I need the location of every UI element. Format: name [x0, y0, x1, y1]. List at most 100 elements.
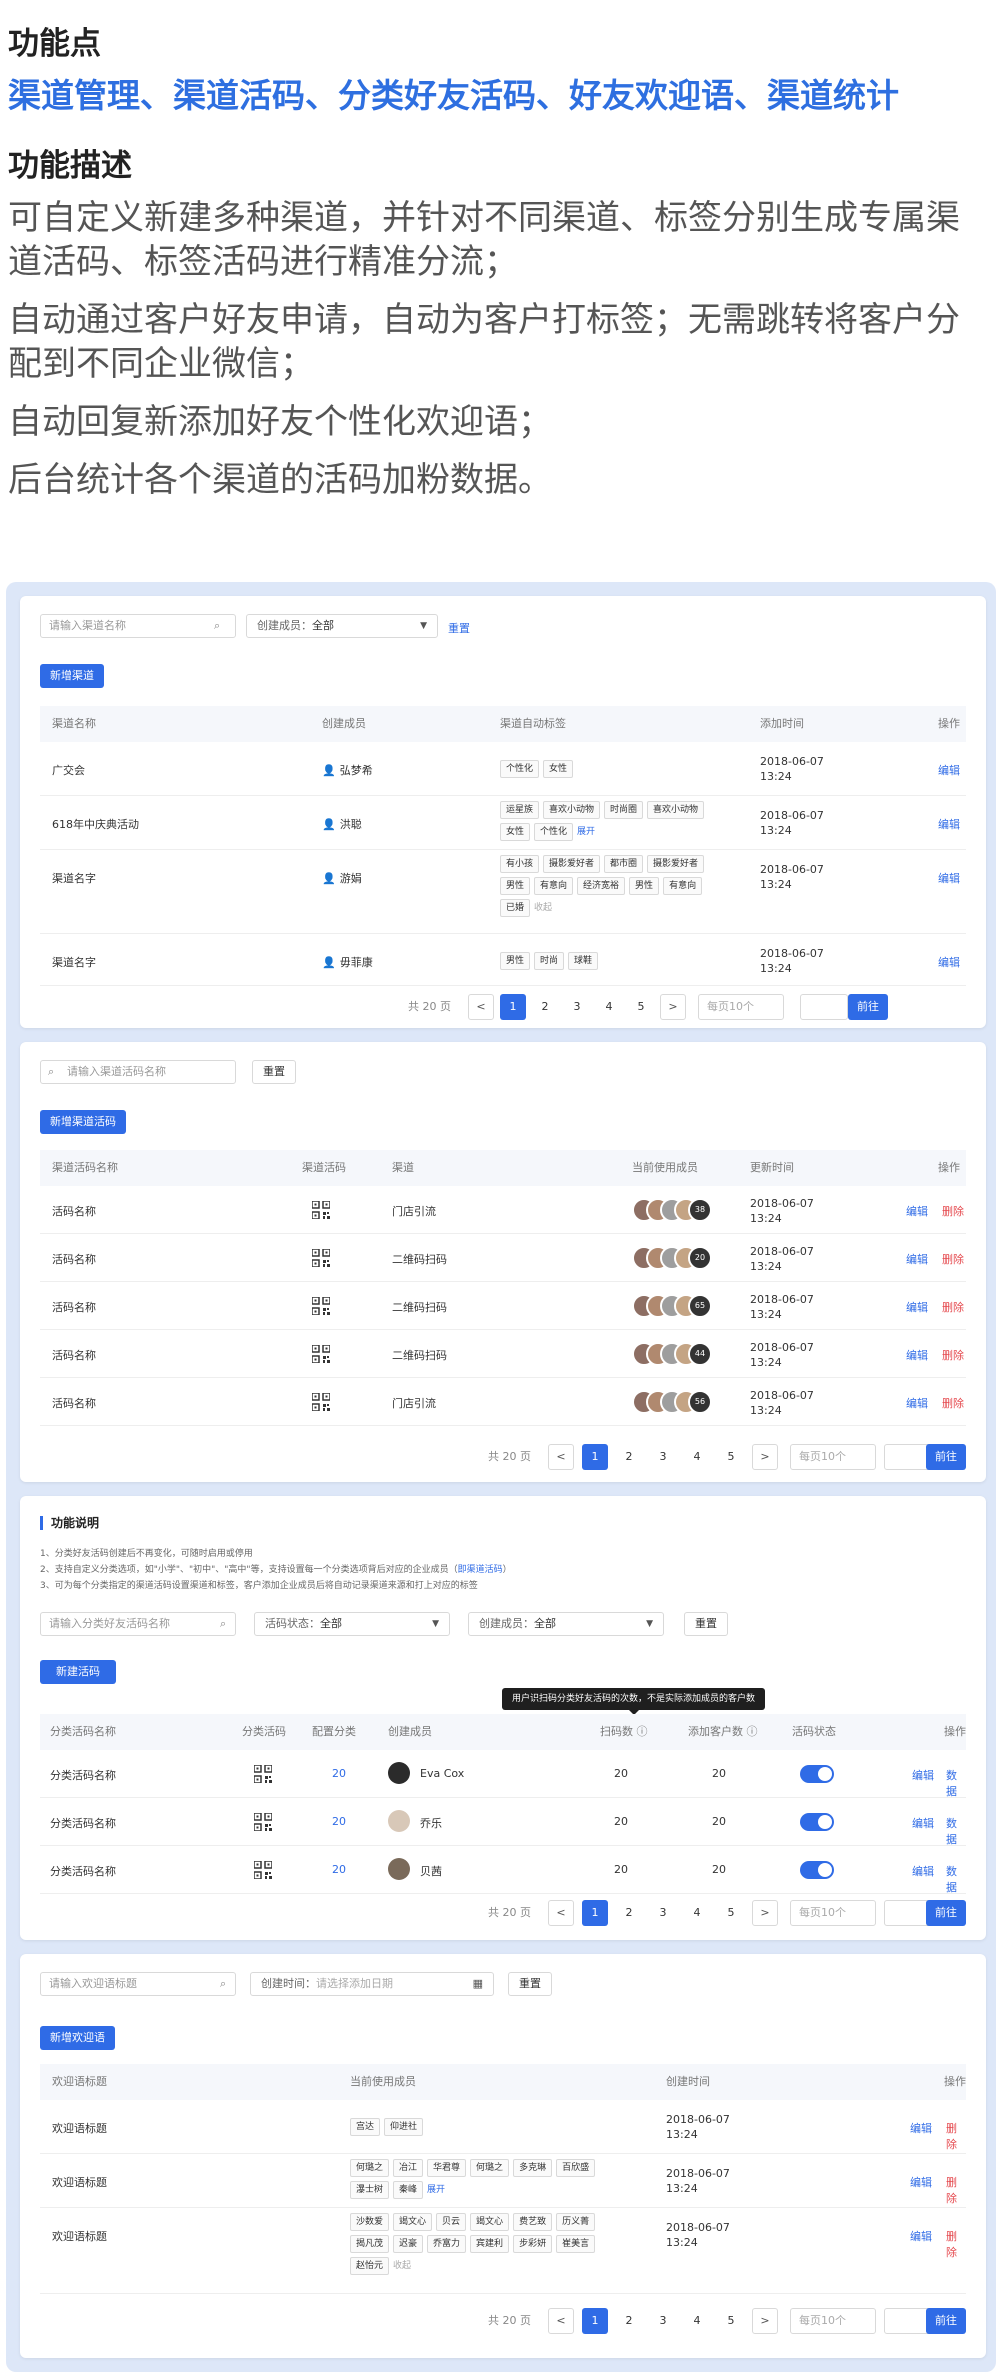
data-link[interactable]: 数据: [946, 1815, 966, 1847]
next-page-button[interactable]: >: [752, 1900, 778, 1926]
page-3[interactable]: 3: [650, 1900, 676, 1926]
search-icon[interactable]: ⌕: [214, 619, 220, 633]
page-5[interactable]: 5: [628, 994, 654, 1020]
info-icon[interactable]: ⓘ: [637, 1725, 648, 1738]
next-page-button[interactable]: >: [752, 2308, 778, 2334]
page-5[interactable]: 5: [718, 2308, 744, 2334]
edit-link[interactable]: 编辑: [910, 2174, 932, 2190]
edit-link[interactable]: 编辑: [912, 1815, 934, 1831]
new-channel-button[interactable]: 新增渠道: [40, 664, 104, 688]
creator-select[interactable]: 创建成员：全部 ▼: [468, 1612, 664, 1636]
qr-code-icon[interactable]: [311, 1200, 331, 1220]
next-page-button[interactable]: >: [752, 1444, 778, 1470]
edit-link[interactable]: 编辑: [906, 1395, 928, 1411]
edit-link[interactable]: 编辑: [938, 954, 960, 970]
page-5[interactable]: 5: [718, 1900, 744, 1926]
status-toggle[interactable]: [800, 1765, 834, 1783]
data-link[interactable]: 数据: [946, 1767, 966, 1799]
page-1[interactable]: 1: [582, 1900, 608, 1926]
config-count-link[interactable]: 20: [332, 1815, 346, 1828]
data-link[interactable]: 数据: [946, 1863, 966, 1895]
reset-link[interactable]: 重置: [448, 620, 470, 636]
go-button[interactable]: 前往: [926, 1444, 966, 1470]
page-3[interactable]: 3: [564, 994, 590, 1020]
livecode-link[interactable]: 即渠道活码: [458, 1565, 503, 1575]
page-size-select[interactable]: 每页10个: [790, 1900, 876, 1926]
edit-link[interactable]: 编辑: [906, 1347, 928, 1363]
go-button[interactable]: 前往: [926, 2308, 966, 2334]
search-icon[interactable]: ⌕: [220, 1617, 226, 1631]
reset-button[interactable]: 重置: [684, 1612, 728, 1636]
next-page-button[interactable]: >: [660, 994, 686, 1020]
page-jump-input[interactable]: [800, 994, 848, 1020]
page-3[interactable]: 3: [650, 2308, 676, 2334]
prev-page-button[interactable]: <: [468, 994, 494, 1020]
channel-search-input[interactable]: 请输入渠道名称: [40, 614, 236, 638]
prev-page-button[interactable]: <: [548, 1900, 574, 1926]
collapse-link[interactable]: 收起: [534, 903, 552, 913]
page-5[interactable]: 5: [718, 1444, 744, 1470]
edit-link[interactable]: 编辑: [906, 1299, 928, 1315]
prev-page-button[interactable]: <: [548, 1444, 574, 1470]
qr-code-icon[interactable]: [253, 1860, 273, 1880]
expand-link[interactable]: 展开: [427, 2185, 445, 2195]
search-icon[interactable]: ⌕: [48, 1065, 54, 1079]
delete-link[interactable]: 删除: [946, 2174, 966, 2206]
delete-link[interactable]: 删除: [942, 1395, 964, 1411]
status-toggle[interactable]: [800, 1813, 834, 1831]
qr-code-icon[interactable]: [253, 1812, 273, 1832]
page-size-select[interactable]: 每页10个: [790, 1444, 876, 1470]
qr-code-icon[interactable]: [311, 1344, 331, 1364]
livecode-search-input[interactable]: 请输入渠道活码名称: [40, 1060, 236, 1084]
delete-link[interactable]: 删除: [942, 1299, 964, 1315]
status-select[interactable]: 活码状态：全部 ▼: [254, 1612, 450, 1636]
delete-link[interactable]: 删除: [946, 2120, 966, 2152]
status-toggle[interactable]: [800, 1861, 834, 1879]
info-icon[interactable]: ⓘ: [747, 1725, 758, 1738]
page-2[interactable]: 2: [616, 1444, 642, 1470]
config-count-link[interactable]: 20: [332, 1767, 346, 1780]
edit-link[interactable]: 编辑: [938, 816, 960, 832]
page-4[interactable]: 4: [684, 1444, 710, 1470]
page-3[interactable]: 3: [650, 1444, 676, 1470]
edit-link[interactable]: 编辑: [906, 1203, 928, 1219]
new-category-code-button[interactable]: 新建活码: [40, 1660, 116, 1684]
prev-page-button[interactable]: <: [548, 2308, 574, 2334]
page-2[interactable]: 2: [532, 994, 558, 1020]
page-size-select[interactable]: 每页10个: [790, 2308, 876, 2334]
page-4[interactable]: 4: [684, 1900, 710, 1926]
config-count-link[interactable]: 20: [332, 1863, 346, 1876]
new-livecode-button[interactable]: 新增渠道活码: [40, 1110, 126, 1134]
edit-link[interactable]: 编辑: [906, 1251, 928, 1267]
delete-link[interactable]: 删除: [946, 2228, 966, 2260]
page-jump-input[interactable]: [884, 1444, 932, 1470]
edit-link[interactable]: 编辑: [910, 2228, 932, 2244]
page-size-select[interactable]: 每页10个: [698, 994, 784, 1020]
page-1[interactable]: 1: [582, 1444, 608, 1470]
search-icon[interactable]: ⌕: [220, 1977, 226, 1991]
reset-button[interactable]: 重置: [508, 1972, 552, 1996]
qr-code-icon[interactable]: [253, 1764, 273, 1784]
category-search-input[interactable]: 请输入分类好友活码名称: [40, 1612, 236, 1636]
new-welcome-button[interactable]: 新增欢迎语: [40, 2026, 115, 2050]
page-1[interactable]: 1: [582, 2308, 608, 2334]
welcome-search-input[interactable]: 请输入欢迎语标题: [40, 1972, 236, 1996]
creator-select[interactable]: 创建成员：全部 ▼: [246, 614, 438, 638]
page-2[interactable]: 2: [616, 2308, 642, 2334]
page-4[interactable]: 4: [684, 2308, 710, 2334]
delete-link[interactable]: 删除: [942, 1203, 964, 1219]
page-4[interactable]: 4: [596, 994, 622, 1020]
qr-code-icon[interactable]: [311, 1296, 331, 1316]
edit-link[interactable]: 编辑: [912, 1863, 934, 1879]
go-button[interactable]: 前往: [926, 1900, 966, 1926]
expand-link[interactable]: 展开: [577, 827, 595, 837]
qr-code-icon[interactable]: [311, 1248, 331, 1268]
page-1[interactable]: 1: [500, 994, 526, 1020]
go-button[interactable]: 前往: [848, 994, 888, 1020]
delete-link[interactable]: 删除: [942, 1251, 964, 1267]
delete-link[interactable]: 删除: [942, 1347, 964, 1363]
page-2[interactable]: 2: [616, 1900, 642, 1926]
page-jump-input[interactable]: [884, 2308, 932, 2334]
reset-button[interactable]: 重置: [252, 1060, 296, 1084]
date-picker[interactable]: 创建时间：请选择添加日期 ▦: [250, 1972, 494, 1996]
